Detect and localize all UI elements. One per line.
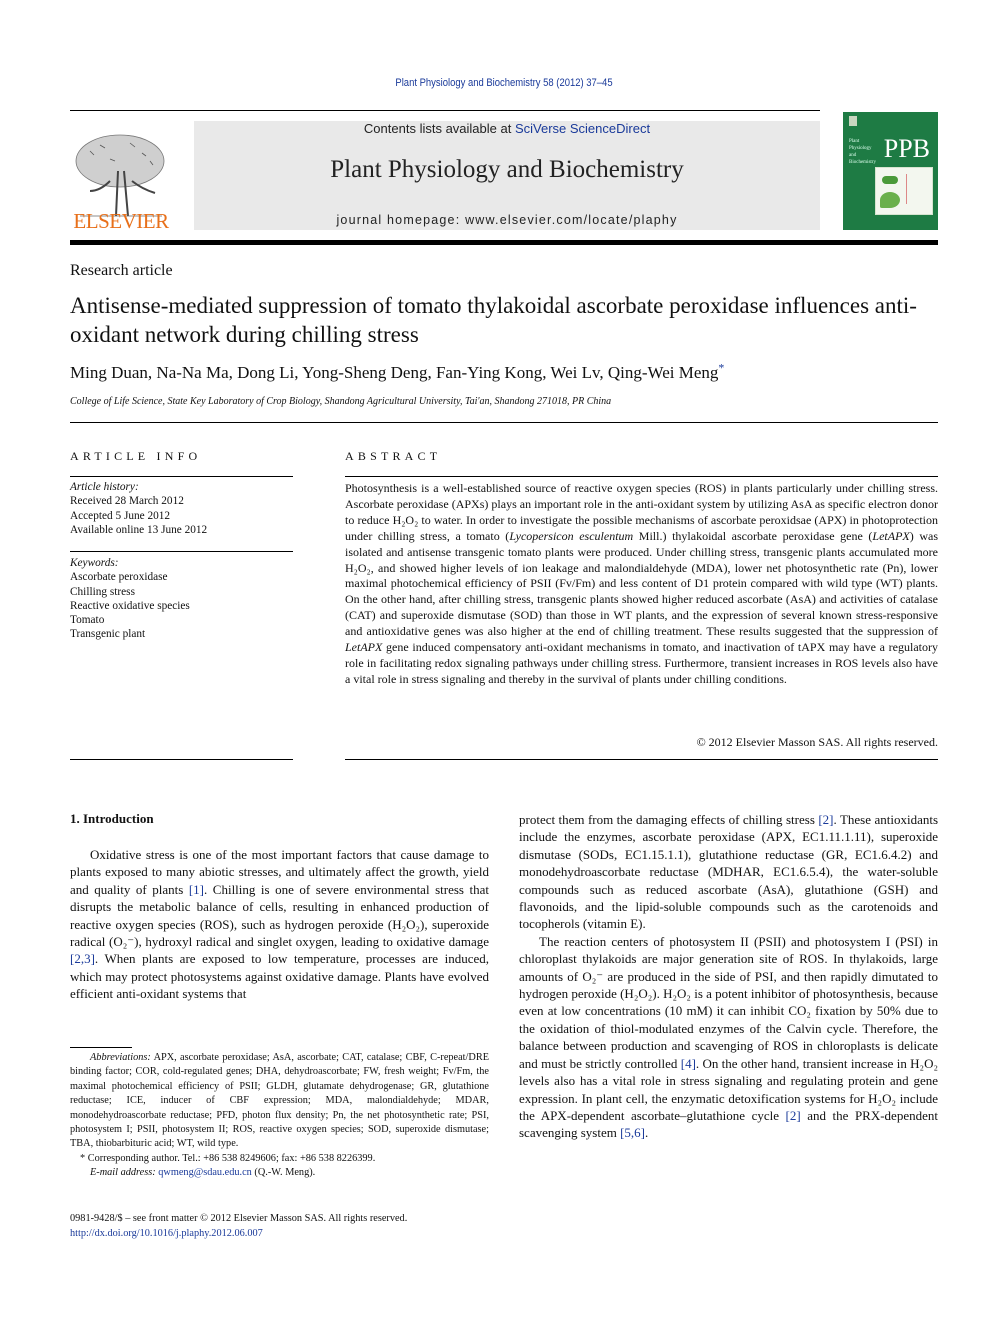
history-label: Article history: [70,481,139,493]
paragraph-text: . When plants are exposed to low tempera… [70,951,489,1002]
email-label: E-mail address: [90,1167,159,1179]
doi-link[interactable]: http://dx.doi.org/10.1016/j.plaphy.2012.… [70,1227,407,1242]
keyword: Transgenic plant [70,628,146,641]
authors: Ming Duan, Na-Na Ma, Dong Li, Yong-Sheng… [70,363,719,382]
tree-icon [75,134,165,217]
divider [70,551,293,552]
citation-link[interactable]: [2] [786,1108,801,1123]
abstract-body: Photosynthesis is a well-established sou… [345,481,938,688]
cover-figure-icon [875,167,933,215]
abbreviations-footnote: Abbreviations: APX, ascorbate peroxidase… [70,1051,489,1152]
article-type: Research article [70,262,173,279]
front-matter: 0981-9428/$ – see front matter © 2012 El… [70,1212,407,1241]
citation-link[interactable]: [4] [681,1056,696,1071]
paragraph-text: . [645,1125,649,1141]
article-history: Article history: Received 28 March 2012 … [70,480,207,537]
cover-chloroplast-icon [882,176,898,184]
journal-cover-thumbnail[interactable]: Plant Physiology and Biochemistry PPB [843,112,938,230]
corresponding-author-mark[interactable]: * [718,360,724,374]
contents-prefix: Contents lists available at [363,121,515,136]
citation-link[interactable]: [1] [189,882,204,897]
cover-publisher-icon [849,116,857,126]
history-accepted: Accepted 5 June 2012 [70,509,171,522]
abstract-copyright: © 2012 Elsevier Masson SAS. All rights r… [696,735,938,749]
paragraph: protect them from the damaging effects o… [519,811,938,933]
section-heading-introduction: 1. Introduction [70,811,154,826]
cover-diagram-lines [906,174,927,204]
species-name: Lycopersicon esculentum [509,528,634,543]
abstract-heading: ABSTRACT [345,449,442,463]
paragraph-text: protect them from the damaging effects o… [519,812,819,827]
abstract-text: H₂O₂ [392,512,419,527]
homepage-link[interactable]: www.elsevier.com/locate/plaphy [465,213,677,227]
keywords-label: Keywords: [70,557,119,569]
email-link[interactable]: qwmeng@sdau.edu.cn [158,1167,252,1178]
keyword: Chilling stress [70,585,135,598]
issn-line: 0981-9428/$ – see front matter © 2012 El… [70,1213,408,1224]
body-column-left: Oxidative stress is one of the most impo… [70,846,489,1003]
keyword: Tomato [70,614,105,627]
history-received: Received 28 March 2012 [70,495,184,508]
paragraph-text: . These antioxidants include the enzymes… [519,812,939,932]
gene-name: LetAPX [872,528,910,543]
history-online: Available online 13 June 2012 [70,523,208,536]
author-list: Ming Duan, Na-Na Ma, Dong Li, Yong-Sheng… [70,360,724,383]
email-suffix: (Q.-W. Meng). [251,1167,316,1179]
body-column-right: protect them from the damaging effects o… [519,811,938,1142]
article-title: Antisense-mediated suppression of tomato… [70,293,917,347]
citation-link[interactable]: [2] [818,812,833,827]
contents-availability: Contents lists available at SciVerse Sci… [194,121,820,136]
journal-homepage: journal homepage: www.elsevier.com/locat… [194,213,820,227]
divider [345,476,938,477]
abstract-text: Mill.) thylakoidal ascorbate peroxidase … [633,528,873,543]
abbreviations-text: APX, ascorbate peroxidase; AsA, ascorbat… [70,1052,489,1150]
cover-leaf-icon [880,192,900,208]
keyword: Reactive oxidative species [70,599,190,612]
citation-link[interactable]: [2,3] [70,951,95,966]
divider [70,476,293,477]
divider [70,422,938,423]
paragraph: Oxidative stress is one of the most impo… [70,846,489,1003]
footnote-rule [70,1047,132,1048]
abstract-text: , and showed higher levels of ion leakag… [345,560,938,639]
abbreviations-label: Abbreviations: [90,1052,151,1063]
corresponding-author-footnote: * Corresponding author. Tel.: +86 538 82… [80,1152,376,1164]
cover-title: PPB [883,134,930,163]
sciencedirect-link[interactable]: SciVerse ScienceDirect [515,121,650,136]
homepage-prefix: journal homepage: [336,213,466,227]
publisher-logo-text: ELSEVIER [73,209,169,233]
article-info-heading: ARTICLE INFO [70,449,202,463]
email-footnote: E-mail address: qwmeng@sdau.edu.cn (Q.-W… [70,1166,489,1180]
running-head[interactable]: Plant Physiology and Biochemistry 58 (20… [71,77,938,89]
abstract-text: gene induced compensatory anti-oxidant m… [345,640,938,686]
keywords: Keywords: Ascorbate peroxidase Chilling … [70,556,190,642]
header-rule [70,110,820,111]
citation-link[interactable]: [5,6] [620,1125,645,1140]
footnotes: Abbreviations: APX, ascorbate peroxidase… [70,1051,489,1181]
gene-name: LetAPX [345,640,383,655]
journal-name: Plant Physiology and Biochemistry [330,156,684,183]
keyword: Ascorbate peroxidase [70,571,168,584]
paragraph: The reaction centers of photosystem II (… [519,933,938,1142]
abstract-text: H₂O₂ [345,560,371,575]
paragraph-text: The reaction centers of photosystem II (… [519,933,938,1071]
divider [70,759,293,760]
masthead-thick-rule [70,240,938,245]
affiliation: College of Life Science, State Key Labor… [70,396,612,407]
cover-journal-text: Plant Physiology and Biochemistry [849,139,876,165]
divider [345,759,938,760]
